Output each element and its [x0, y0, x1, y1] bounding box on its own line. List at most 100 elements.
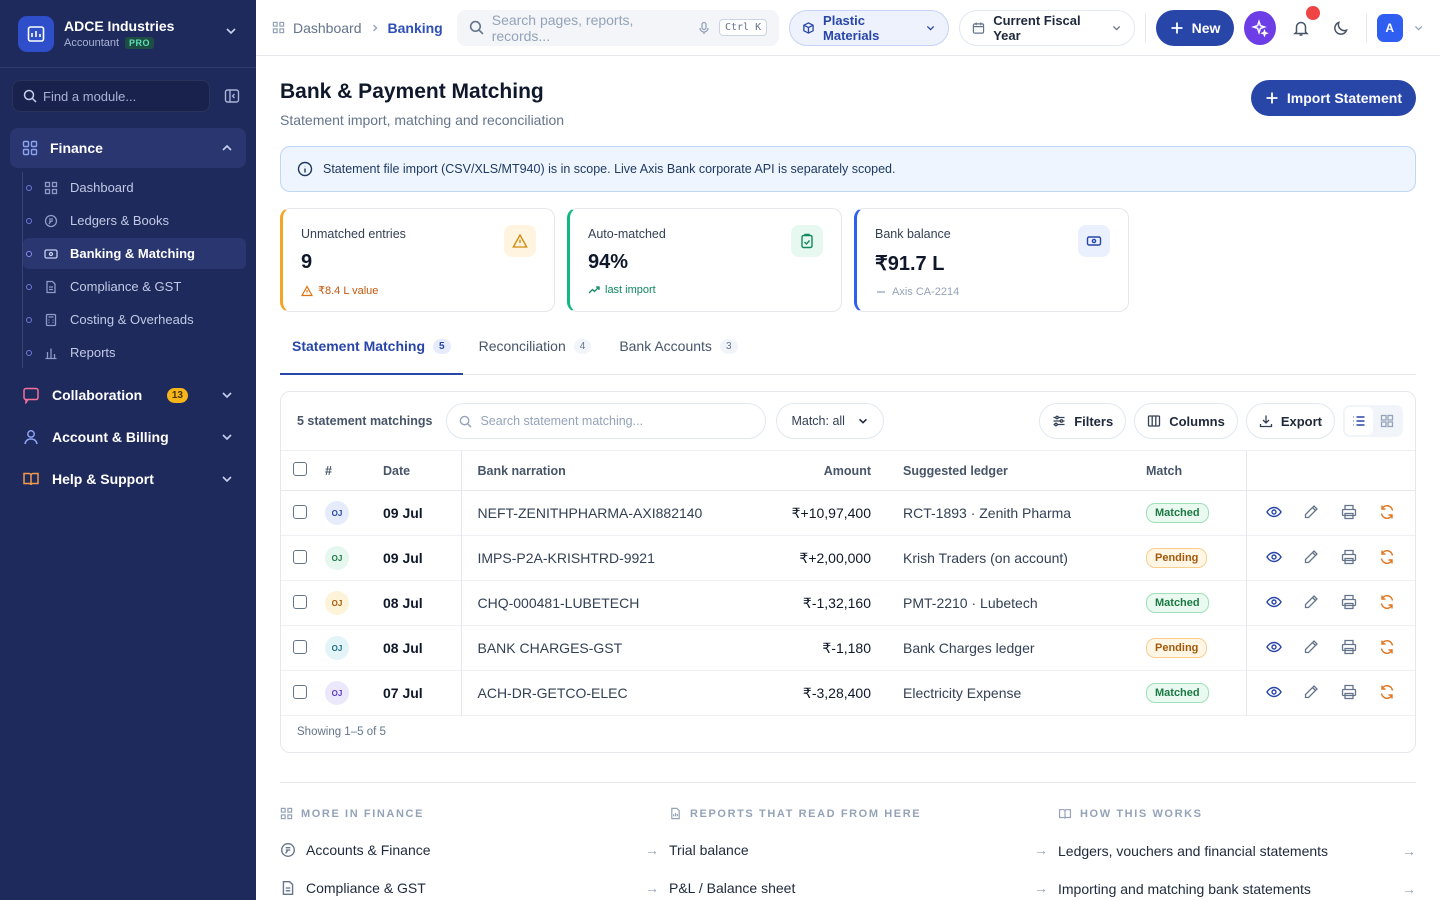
- info-banner-text: Statement file import (CSV/XLS/MT940) is…: [323, 162, 896, 176]
- export-button[interactable]: Export: [1245, 403, 1335, 439]
- module-search-input[interactable]: Find a module...: [12, 80, 210, 112]
- new-button[interactable]: New: [1155, 9, 1235, 46]
- pagination-summary: Showing 1–5 of 5: [297, 726, 386, 738]
- breadcrumb-dashboard[interactable]: Dashboard: [293, 20, 362, 36]
- chevron-down-icon[interactable]: [1413, 22, 1424, 34]
- sidebar-item-compliance[interactable]: Compliance & GST: [23, 271, 246, 302]
- footer-link-compliance-gst[interactable]: Compliance & GST →: [280, 880, 669, 896]
- user-avatar[interactable]: A: [1376, 13, 1403, 42]
- table-row[interactable]: OJ 08 Jul CHQ-000481-LUBETECH ₹-1,32,160…: [281, 580, 1415, 626]
- related-links: MORE IN FINANCE Accounts & Finance → Com…: [280, 782, 1416, 897]
- arrow-right-icon: →: [1034, 880, 1048, 896]
- match-status-badge: Matched: [1146, 593, 1209, 613]
- table-search-input[interactable]: Search statement matching...: [446, 403, 767, 439]
- list-view-icon[interactable]: [1345, 407, 1373, 435]
- rematch-icon[interactable]: [1370, 594, 1404, 610]
- nav-group-account-billing[interactable]: Account & Billing: [10, 418, 246, 456]
- nav-group-help-support[interactable]: Help & Support: [10, 460, 246, 498]
- microphone-icon[interactable]: [697, 21, 711, 35]
- table-row[interactable]: OJ 09 Jul NEFT-ZENITHPHARMA-AXI882140 ₹+…: [281, 490, 1415, 536]
- period-selector[interactable]: Current Fiscal Year: [959, 9, 1135, 46]
- edit-icon[interactable]: [1294, 684, 1328, 700]
- sidebar-item-ledgers[interactable]: Ledgers & Books: [23, 205, 246, 236]
- table-row[interactable]: OJ 09 Jul IMPS-P2A-KRISHTRD-9921 ₹+2,00,…: [281, 535, 1415, 581]
- edit-icon[interactable]: [1294, 639, 1328, 655]
- footer-link-pl-balance-sheet[interactable]: P&L / Balance sheet →: [669, 880, 1058, 896]
- sidebar-item-reports[interactable]: Reports: [23, 337, 246, 368]
- global-search-placeholder: Search pages, reports, records...: [491, 11, 634, 44]
- filters-button[interactable]: Filters: [1039, 403, 1127, 439]
- print-icon[interactable]: [1332, 684, 1366, 700]
- view-icon[interactable]: [1257, 504, 1291, 520]
- tab-bank-accounts[interactable]: Bank Accounts 3: [607, 338, 749, 375]
- row-checkbox[interactable]: [293, 639, 307, 654]
- kpi-value: 94%: [588, 251, 629, 273]
- footer-link-label: P&L / Balance sheet: [669, 880, 796, 896]
- edit-icon[interactable]: [1294, 549, 1328, 565]
- grid-view-icon[interactable]: [1373, 407, 1401, 435]
- import-statement-button[interactable]: Import Statement: [1250, 80, 1416, 116]
- tab-bar: Statement Matching 5 Reconciliation 4 Ba…: [280, 338, 1416, 375]
- bank-card-icon: [1086, 236, 1102, 246]
- column-header-match[interactable]: Match: [1146, 450, 1246, 491]
- global-search-input[interactable]: Search pages, reports, records... Ctrl K: [456, 9, 780, 46]
- row-checkbox[interactable]: [293, 594, 307, 609]
- view-icon[interactable]: [1257, 594, 1291, 610]
- table-row[interactable]: OJ 07 Jul ACH-DR-GETCO-ELEC ₹-3,28,400 E…: [281, 670, 1415, 716]
- match-filter-select[interactable]: Match: all: [776, 403, 884, 439]
- footer-link-accounts-finance[interactable]: Accounts & Finance →: [280, 842, 669, 858]
- sidebar-item-banking[interactable]: Banking & Matching: [23, 238, 246, 269]
- collapse-sidebar-icon[interactable]: [220, 84, 244, 108]
- box-icon: [803, 21, 814, 34]
- print-icon[interactable]: [1332, 639, 1366, 655]
- print-icon[interactable]: [1332, 549, 1366, 565]
- column-header-date[interactable]: Date: [383, 450, 461, 491]
- footer-link-importing-statements[interactable]: Importing and matching bank statements →: [1058, 881, 1416, 897]
- footer-link-ledgers-vouchers[interactable]: Ledgers, vouchers and financial statemen…: [1058, 843, 1416, 859]
- sidebar-item-costing[interactable]: Costing & Overheads: [23, 304, 246, 335]
- column-header-amount[interactable]: Amount: [711, 450, 903, 491]
- rematch-icon[interactable]: [1370, 504, 1404, 520]
- ai-assistant-button[interactable]: [1244, 10, 1277, 45]
- edit-icon[interactable]: [1294, 594, 1328, 610]
- column-header-ledger[interactable]: Suggested ledger: [903, 450, 1146, 491]
- view-icon[interactable]: [1257, 684, 1291, 700]
- edit-icon[interactable]: [1294, 504, 1328, 520]
- chevron-up-icon: [222, 144, 232, 151]
- select-all-checkbox[interactable]: [293, 462, 307, 476]
- company-switcher[interactable]: ADCE Industries Accountant PRO: [0, 0, 256, 68]
- notifications-button[interactable]: [1286, 5, 1320, 44]
- page-subtitle: Statement import, matching and reconcili…: [280, 112, 565, 128]
- theme-toggle-button[interactable]: [1326, 12, 1356, 44]
- nav-group-finance[interactable]: Finance: [10, 128, 246, 168]
- tab-statement-matching[interactable]: Statement Matching 5: [280, 338, 463, 375]
- user-role: Accountant: [64, 37, 120, 49]
- tab-reconciliation[interactable]: Reconciliation 4: [467, 338, 604, 375]
- print-icon[interactable]: [1332, 504, 1366, 520]
- table-row[interactable]: OJ 08 Jul BANK CHARGES-GST ₹-1,180 Bank …: [281, 625, 1415, 671]
- row-amount: ₹+10,97,400: [791, 504, 871, 521]
- kpi-row: Unmatched entries 9 ₹8.4 L value Auto-ma…: [280, 208, 1416, 312]
- chevron-down-icon: [222, 434, 232, 441]
- chevron-down-icon: [224, 24, 238, 43]
- row-checkbox[interactable]: [293, 549, 307, 564]
- rematch-icon[interactable]: [1370, 639, 1404, 655]
- footer-link-trial-balance[interactable]: Trial balance →: [669, 842, 1058, 858]
- row-checkbox[interactable]: [293, 504, 307, 519]
- row-checkbox[interactable]: [293, 684, 307, 699]
- chevron-down-icon: [1112, 25, 1120, 30]
- nav-group-label: Collaboration: [52, 387, 143, 403]
- view-icon[interactable]: [1257, 639, 1291, 655]
- sidebar-item-dashboard[interactable]: Dashboard: [23, 172, 246, 203]
- view-icon[interactable]: [1257, 549, 1291, 565]
- print-icon[interactable]: [1332, 594, 1366, 610]
- nav-group-collaboration[interactable]: Collaboration 13: [10, 376, 246, 414]
- company-logo-icon: [18, 15, 54, 52]
- kpi-icon: [1078, 225, 1110, 257]
- company-selector[interactable]: Plastic Materials: [789, 9, 950, 46]
- bar-chart-icon: [45, 348, 57, 359]
- columns-button[interactable]: Columns: [1134, 403, 1238, 439]
- rematch-icon[interactable]: [1370, 684, 1404, 700]
- column-header-narration[interactable]: Bank narration: [460, 450, 711, 491]
- rematch-icon[interactable]: [1370, 549, 1404, 565]
